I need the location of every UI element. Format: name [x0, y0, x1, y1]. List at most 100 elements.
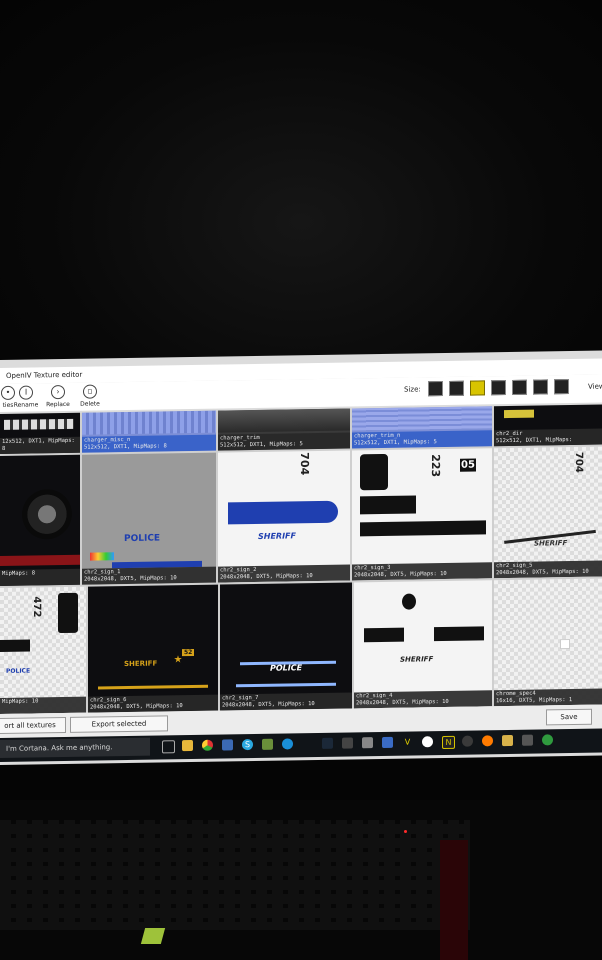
rename-label: Rename	[13, 401, 39, 409]
rename-button[interactable]: I Rename	[10, 385, 42, 409]
keyboard-glow	[440, 840, 468, 960]
replace-label: Replace	[46, 400, 70, 409]
texture-caption: charger_trim 512x512, DXT1, MipMaps: 5	[218, 432, 350, 451]
room-background	[0, 0, 602, 370]
texture-preview	[82, 410, 216, 435]
texture-info: MipMaps: 10	[2, 698, 39, 705]
texture-info: 2048x2048, DXT5, MipMaps: 10	[354, 570, 447, 579]
replace-button[interactable]: › Replace	[42, 384, 74, 409]
texture-caption: chr2_sign_1 2048x2048, DXT5, MipMaps: 10	[82, 566, 216, 585]
save-button[interactable]: Save	[546, 708, 592, 726]
file-explorer-icon[interactable]	[182, 739, 193, 752]
app-icon[interactable]	[282, 738, 293, 750]
size-label: Size:	[404, 385, 421, 394]
texture-tile[interactable]: 704 SHERIFF chr2_sign_5 2048x2048, DXT5,…	[494, 446, 602, 579]
texture-tile[interactable]: charger_trim 512x512, DXT1, MipMaps: 5	[218, 408, 350, 451]
unit-number: 704	[297, 452, 311, 476]
texture-preview	[58, 592, 78, 634]
texture-info: 512x512, DXT1, MipMaps: 8	[84, 443, 167, 451]
texture-info: 512x512, DXT1, MipMaps: 5	[354, 439, 437, 447]
star-icon	[174, 655, 182, 663]
sheriff-text: SHERIFF	[400, 655, 434, 664]
delete-button[interactable]: ▫ Delete	[74, 384, 106, 408]
texture-tile[interactable]: chrome_spec4 16x16, DXT5, MipMaps: 1	[494, 578, 602, 707]
skype-icon[interactable]: S	[242, 739, 253, 751]
app-icon[interactable]	[462, 735, 473, 747]
blue-band	[228, 500, 338, 525]
texture-tile[interactable]: charger_misc_n 512x512, DXT1, MipMaps: 8	[82, 410, 216, 453]
texture-tile[interactable]: SHERIFF chr2_sign_4 2048x2048, DXT5, Mip…	[354, 580, 492, 709]
cortana-search[interactable]: I'm Cortana. Ask me anything.	[0, 737, 150, 758]
texture-caption: MipMaps: 10	[0, 696, 86, 714]
texture-preview	[352, 406, 492, 431]
unit-number: 05	[460, 458, 476, 472]
app-icon[interactable]	[342, 737, 353, 749]
texture-info: 2048x2048, DXT5, MipMaps: 10	[84, 575, 177, 583]
app-icon[interactable]	[502, 734, 513, 747]
size-option-7[interactable]	[554, 379, 569, 395]
task-view-icon[interactable]	[162, 740, 175, 754]
texture-caption: chr2_sign_2 2048x2048, DXT5, MipMaps: 10	[218, 564, 350, 583]
texture-tile[interactable]: SHERIFF 704 chr2_sign_2 2048x2048, DXT5,…	[218, 450, 350, 583]
app-icon[interactable]	[262, 738, 273, 750]
export-all-button[interactable]: ort all textures	[0, 716, 66, 735]
app-icon[interactable]	[522, 734, 533, 746]
v-app-icon[interactable]: V	[402, 737, 413, 748]
size-option-4[interactable]	[491, 380, 506, 396]
texture-tile[interactable]: 12x512, DXT1, MipMaps: 8	[0, 412, 80, 454]
texture-caption: 12x512, DXT1, MipMaps: 8	[0, 436, 80, 454]
size-option-3[interactable]	[470, 380, 485, 396]
texture-info: 12x512, DXT1, MipMaps: 8	[2, 437, 75, 452]
texture-info: 512x512, DXT1, MipMaps:	[496, 437, 573, 445]
keyboard-logo-icon	[140, 928, 166, 944]
size-option-5[interactable]	[512, 379, 527, 395]
rename-icon: I	[19, 385, 33, 400]
replace-icon: ›	[51, 384, 65, 400]
texture-info: 2048x2048, DXT5, MipMaps: 10	[220, 573, 313, 581]
steam-icon[interactable]	[322, 737, 333, 749]
texture-info: 512x512, DXT1, MipMaps: 5	[220, 441, 303, 449]
app-icon[interactable]	[222, 739, 233, 751]
app-icon[interactable]	[382, 736, 393, 748]
texture-caption: chr2_dir 512x512, DXT1, MipMaps:	[494, 428, 602, 447]
texture-caption: chr2_sign_5 2048x2048, DXT5, MipMaps: 10	[494, 560, 602, 579]
unit-number: 52	[182, 648, 195, 657]
app-icon[interactable]	[482, 735, 493, 747]
texture-tile[interactable]: MipMaps: 8	[0, 454, 80, 586]
texture-tile[interactable]: SHERIFF 52 chr2_sign_6 2048x2048, DXT5, …	[88, 584, 218, 713]
keyboard-led	[404, 830, 407, 833]
texture-preview	[0, 639, 30, 652]
texture-tile[interactable]: chr2_dir 512x512, DXT1, MipMaps:	[494, 404, 602, 447]
stripe-preview	[98, 684, 208, 690]
police-text: POLICE	[6, 667, 31, 675]
app-icon[interactable]	[542, 734, 553, 746]
texture-tile[interactable]: POLICE chr2_sign_7 2048x2048, DXT5, MipM…	[220, 582, 352, 711]
texture-caption: chrome_spec4 16x16, DXT5, MipMaps: 1	[494, 688, 602, 707]
texture-tile[interactable]: POLICE chr2_sign_1 2048x2048, DXT5, MipM…	[82, 452, 216, 585]
keyboard-keys	[0, 820, 470, 930]
rainbow-stripe	[90, 552, 114, 561]
texture-preview	[0, 554, 80, 566]
trash-icon: ▫	[83, 384, 97, 399]
texture-preview	[364, 627, 404, 643]
chrome-icon[interactable]	[202, 739, 213, 751]
texture-info: MipMaps: 8	[2, 570, 36, 577]
texture-preview	[434, 626, 484, 642]
texture-preview	[560, 639, 570, 650]
texture-preview	[360, 520, 486, 537]
view-label: View	[588, 382, 602, 391]
monitor-screen: OpenIV Texture editor • ties I Rename › …	[0, 350, 602, 765]
texture-preview	[504, 409, 534, 419]
texture-tile[interactable]: 223 05 chr2_sign_3 2048x2048, DXT5, MipM…	[352, 448, 492, 581]
app-icon[interactable]	[422, 736, 433, 748]
texture-caption: charger_trim_n 512x512, DXT1, MipMaps: 5	[352, 430, 492, 449]
export-selected-button[interactable]: Export selected	[70, 715, 168, 733]
size-option-6[interactable]	[533, 379, 548, 395]
openiv-icon[interactable]: N	[442, 735, 455, 750]
size-option-2[interactable]	[449, 380, 464, 396]
texture-tile[interactable]: 472 POLICE MipMaps: 10	[0, 586, 86, 714]
size-option-1[interactable]	[428, 381, 443, 397]
texture-preview	[218, 408, 350, 433]
app-icon[interactable]	[362, 737, 373, 749]
texture-tile[interactable]: charger_trim_n 512x512, DXT1, MipMaps: 5	[352, 406, 492, 449]
